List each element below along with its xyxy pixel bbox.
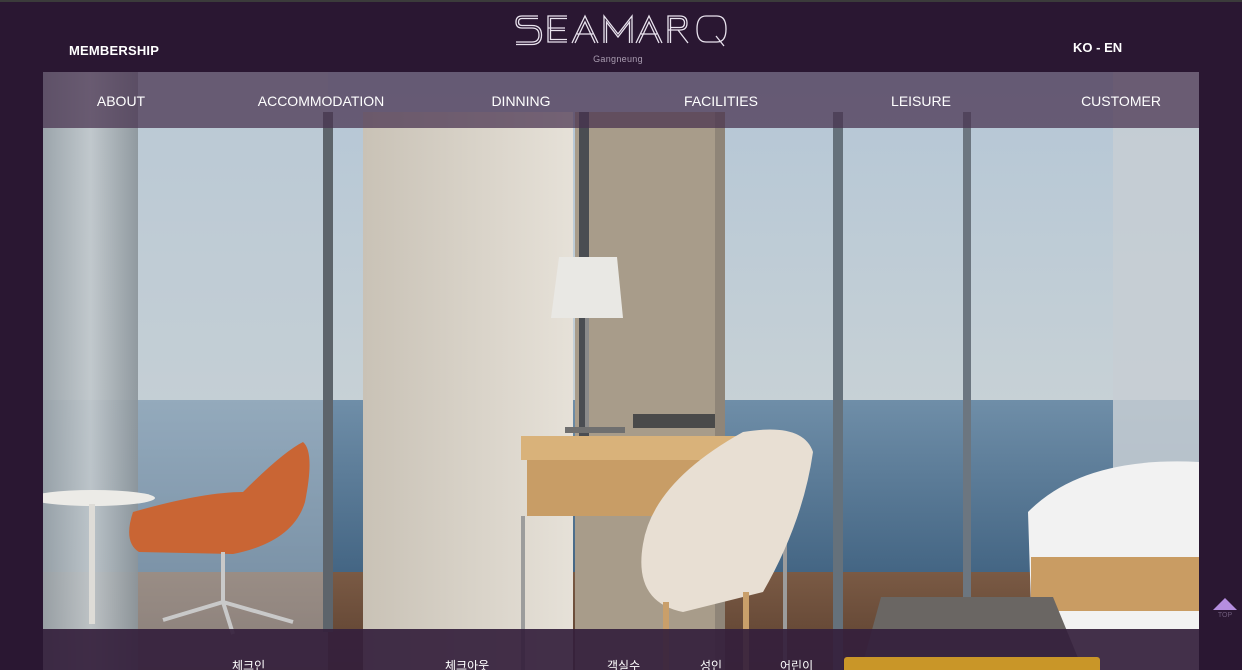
checkout-label[interactable]: 체크아웃 [445,657,489,670]
hero-image-room-ocean-view [43,72,1199,670]
rooms-label[interactable]: 객실수 [607,657,640,670]
language-switch: KO - EN [1073,40,1122,55]
children-label[interactable]: 어린이 [780,657,813,670]
nav-item-dinning[interactable]: DINNING [491,93,550,109]
lang-ko-link[interactable]: KO [1073,40,1093,55]
seamarq-logo[interactable]: Gangneung [512,10,732,68]
booking-search-button[interactable] [844,657,1100,670]
site-header: MEMBERSHIP Gangneung KO - EN [0,2,1242,72]
scroll-top-button[interactable]: TOP [1212,598,1238,622]
membership-link[interactable]: MEMBERSHIP [69,43,159,58]
nav-item-about[interactable]: ABOUT [97,93,145,109]
adults-label[interactable]: 성인 [700,657,722,670]
nav-item-customer[interactable]: CUSTOMER [1081,93,1161,109]
nav-item-leisure[interactable]: LEISURE [891,93,951,109]
main-nav: ABOUT ACCOMMODATION DINNING FACILITIES L… [43,72,1199,128]
checkin-label[interactable]: 체크인 [232,657,265,670]
nav-item-facilities[interactable]: FACILITIES [684,93,758,109]
hero-illustration [43,72,1199,670]
booking-bar: 체크인 체크아웃 객실수 성인 어린이 [43,629,1199,670]
logo-wordmark [515,14,727,47]
arrow-up-icon [1213,598,1237,610]
lang-separator: - [1092,40,1105,55]
logo-subtitle: Gangneung [593,54,643,64]
nav-item-accommodation[interactable]: ACCOMMODATION [258,93,385,109]
top-label: TOP [1217,612,1233,619]
lang-en-link[interactable]: EN [1104,40,1122,55]
